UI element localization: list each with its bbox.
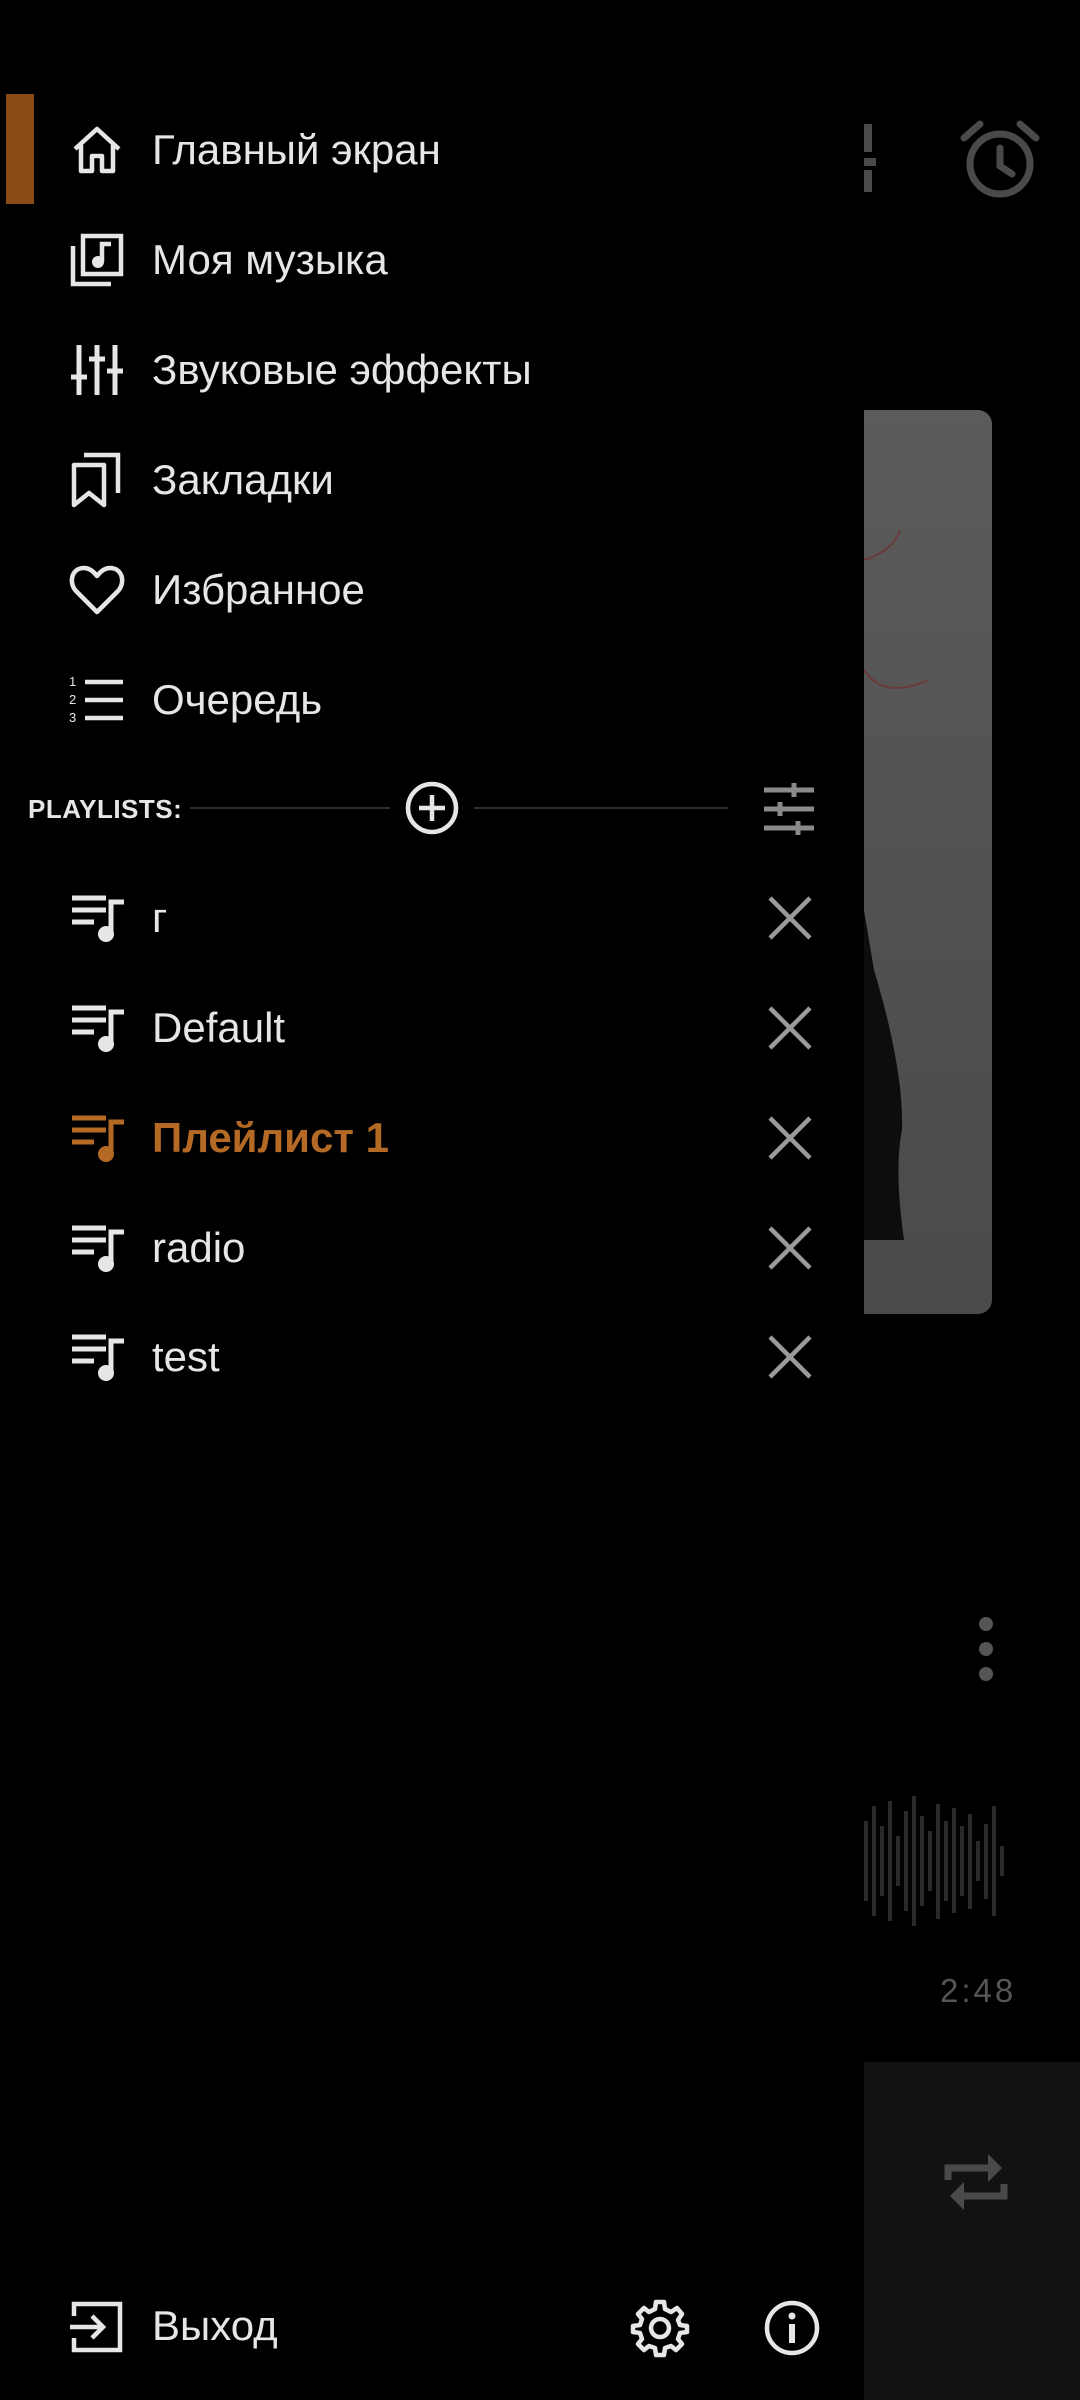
exit-icon [68,2298,126,2356]
player-controls-panel [864,2062,1080,2400]
playlists-header: PLAYLISTS: [0,770,864,846]
nav-label: Закладки [152,456,334,503]
playlist-label: г [152,894,168,941]
nav-label: Моя музыка [152,236,388,283]
tune-icon[interactable] [762,782,816,836]
track-duration: 2:48 [940,1972,1017,2009]
playlist-label: radio [152,1224,246,1271]
exit-label: Выход [152,2302,278,2349]
playlist-icon [72,1115,124,1162]
playlist-item[interactable]: test [0,1307,864,1407]
nav-item-bookmarks[interactable]: Закладки [0,430,864,530]
add-circle-icon[interactable] [404,780,460,836]
exit-button[interactable]: Выход [0,2278,560,2378]
info-icon[interactable] [762,2298,822,2358]
nav-label: Звуковые эффекты [152,346,532,393]
playlist-item[interactable]: radio [0,1198,864,1298]
svg-text:2: 2 [69,692,76,707]
playlist-item[interactable]: Default [0,978,864,1078]
playlist-icon [72,1225,124,1272]
bookmarks-icon [68,451,126,509]
nav-item-home[interactable]: Главный экран [0,100,864,200]
nav-item-sound-effects[interactable]: Звуковые эффекты [0,320,864,420]
playlist-label: Default [152,1004,286,1051]
close-icon[interactable] [764,892,816,944]
nav-item-my-music[interactable]: Моя музыка [0,210,864,310]
divider [474,807,728,809]
queue-list-icon: 1 2 3 [68,671,126,729]
more-vert-icon[interactable] [972,1614,1000,1684]
nav-label: Главный экран [152,126,441,173]
playlist-item[interactable]: г [0,868,864,968]
playlist-icon [72,895,124,942]
playlist-label: test [152,1333,220,1380]
playlists-title: PLAYLISTS: [28,794,183,824]
close-icon[interactable] [764,1222,816,1274]
waveform [864,1796,1004,1926]
alarm-icon[interactable] [958,118,1042,202]
equalizer-icon [68,341,126,399]
nav-item-queue[interactable]: 1 2 3 Очередь [0,650,864,750]
close-icon[interactable] [764,1002,816,1054]
home-icon [68,121,126,179]
playlist-icon [72,1334,124,1381]
navigation-drawer: Главный экран Моя музыка Звуковые эффект… [0,0,864,2400]
gear-icon[interactable] [630,2298,690,2358]
playlist-icon [72,1005,124,1052]
playlist-label: Плейлист 1 [152,1114,389,1161]
album-art [864,410,992,1314]
svg-text:3: 3 [69,710,76,725]
close-icon[interactable] [764,1112,816,1164]
heart-icon [68,561,126,619]
nav-label: Избранное [152,566,365,613]
playlist-item-active[interactable]: Плейлист 1 [0,1088,864,1188]
svg-text:1: 1 [69,674,76,689]
divider [190,807,390,809]
close-icon[interactable] [764,1331,816,1383]
nav-item-favorites[interactable]: Избранное [0,540,864,640]
nav-label: Очередь [152,676,323,723]
repeat-icon[interactable] [938,2140,1014,2224]
music-library-icon [68,231,126,289]
